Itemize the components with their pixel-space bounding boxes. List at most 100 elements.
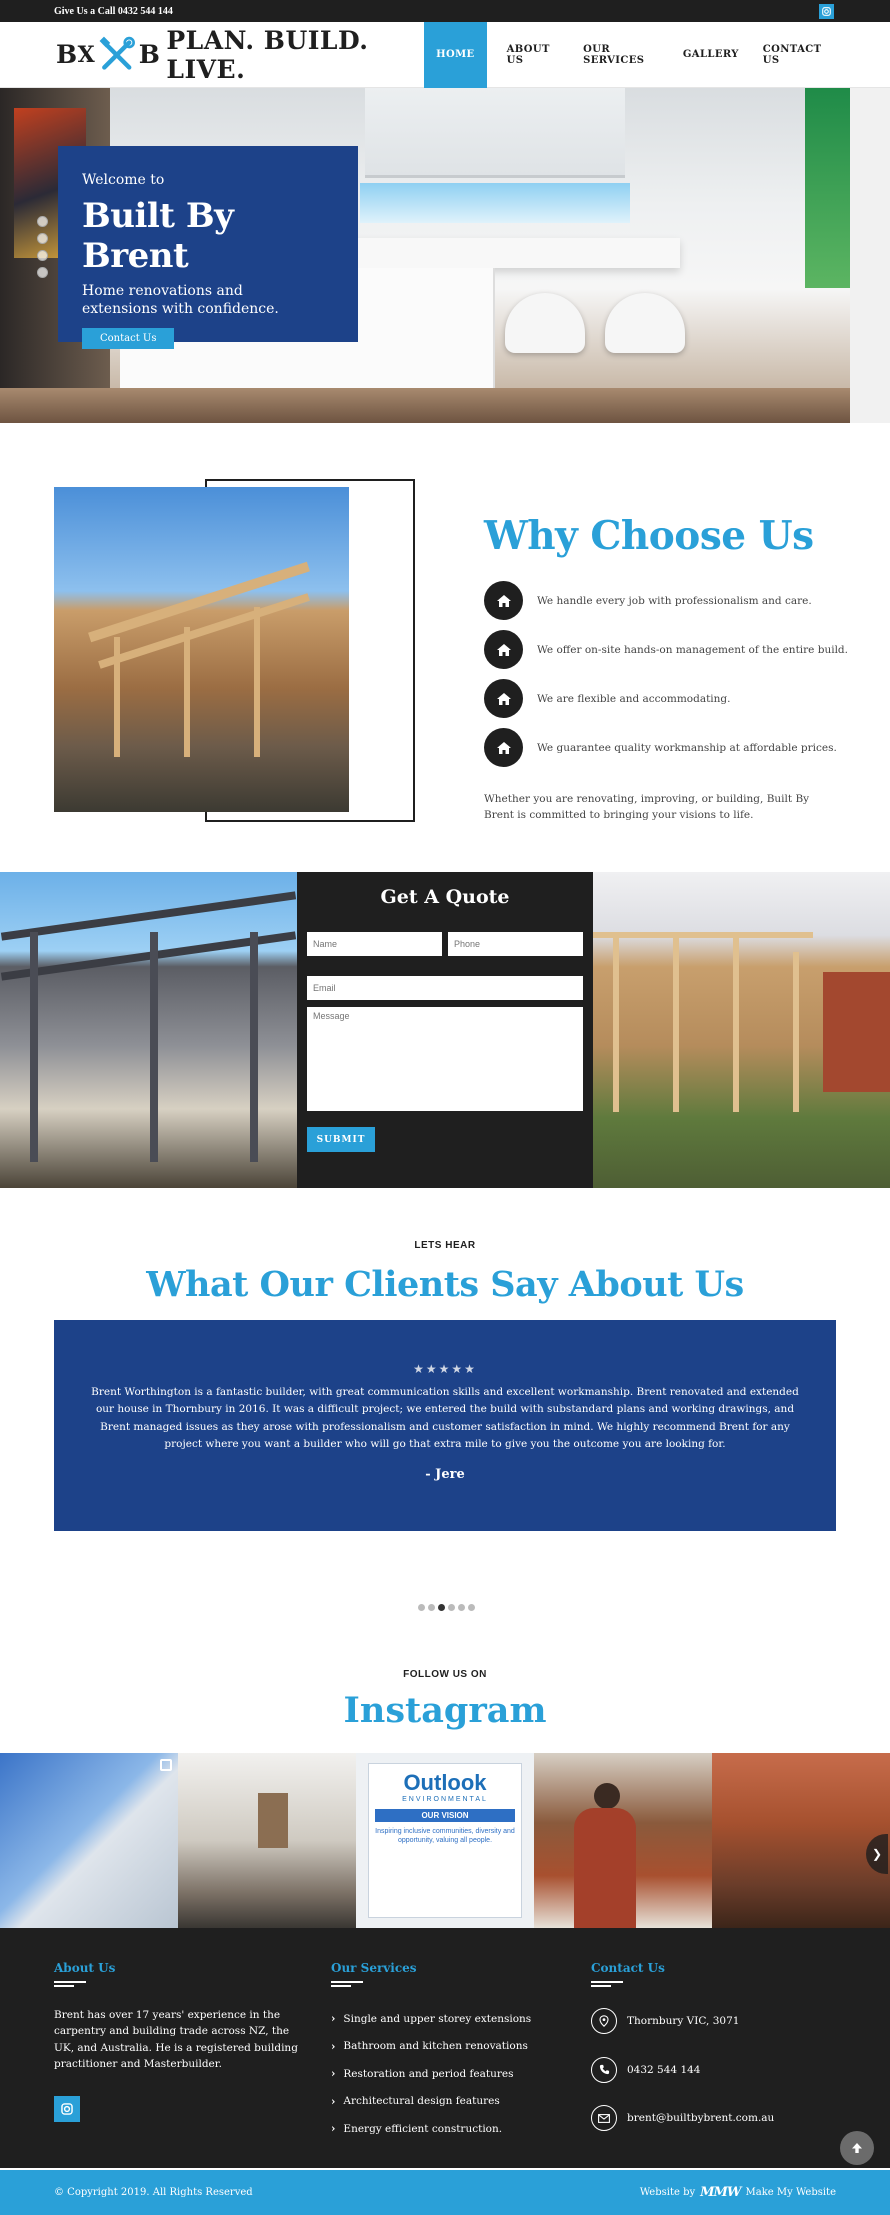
main-nav: HOME ABOUT US OUR SERVICES GALLERY CONTA… [424, 21, 840, 88]
footer-services-title: Our Services [331, 1961, 417, 1975]
hero-image-floor [0, 388, 890, 423]
slider-dot-active[interactable] [438, 1604, 445, 1611]
instagram-section: FOLLOW US ON Instagram Outlook ENVIRONME… [0, 1638, 890, 1928]
address-text: Thornbury VIC, 3071 [627, 2015, 740, 2028]
message-input[interactable] [307, 1007, 583, 1111]
hammer-wrench-icon [99, 36, 135, 70]
instagram-icon[interactable] [54, 2096, 80, 2123]
slider-dot[interactable] [468, 1604, 475, 1611]
why-item: We offer on-site hands-on management of … [484, 625, 848, 674]
site-footer: About Us Brent has over 17 years' experi… [0, 1928, 890, 2168]
site-credit[interactable]: Website by MMW Make My Website [640, 2185, 836, 2200]
contact-phone[interactable]: 0432 544 144 [591, 2046, 774, 2095]
testimonials-section: LETS HEAR What Our Clients Say About Us … [0, 1188, 890, 1638]
hero-image-splashback [360, 183, 630, 223]
sign-title: Outlook [403, 1770, 487, 1795]
slider-dot[interactable] [418, 1604, 425, 1611]
service-link[interactable]: › Energy efficient construction. [331, 2115, 531, 2143]
why-paragraph: Whether you are renovating, improving, o… [484, 793, 810, 822]
hero-banner: Welcome to Built By Brent Home renovatio… [0, 88, 890, 423]
footer-services: Our Services › Single and upper storey ex… [331, 1961, 531, 2143]
hero-card: Welcome to Built By Brent Home renovatio… [58, 146, 358, 350]
email-text: brent@builtbybrent.com.au [627, 2112, 775, 2125]
footer-about-title: About Us [54, 1961, 116, 1975]
service-label: Bathroom and kitchen renovations [343, 2040, 528, 2053]
why-heading: Why Choose Us [484, 513, 814, 559]
credit-prefix: Website by [639, 2187, 696, 2198]
steel-frame-photo [0, 872, 297, 1188]
footer-about: About Us Brent has over 17 years' experi… [54, 1961, 304, 2123]
instagram-eyebrow: FOLLOW US ON [403, 1669, 487, 1680]
instagram-post[interactable] [178, 1753, 356, 1928]
service-label: Restoration and period features [343, 2067, 514, 2080]
contact-us-button[interactable]: Contact Us [82, 328, 175, 350]
hero-image-cabinets [365, 88, 625, 178]
home-icon [484, 581, 523, 620]
quote-section: Get A Quote SUBMIT [0, 872, 890, 1188]
instagram-post[interactable] [534, 1753, 712, 1928]
instagram-post[interactable] [712, 1753, 890, 1928]
why-item-text: We are flexible and accommodating. [537, 692, 731, 705]
nav-home[interactable]: HOME [424, 21, 487, 88]
why-item-text: We handle every job with professionalism… [537, 594, 812, 607]
instagram-heading: Instagram [343, 1690, 547, 1731]
nav-about-us[interactable]: ABOUT US [495, 22, 572, 88]
service-link[interactable]: › Restoration and period features [331, 2060, 531, 2088]
testimonial-card: ★★★★★ Brent Worthington is a fantastic b… [54, 1320, 836, 1531]
chevron-right-icon: › [331, 2067, 336, 2081]
service-label: Single and upper storey extensions [343, 2012, 532, 2025]
slider-dot[interactable] [37, 250, 48, 261]
testimonial-text: Brent Worthington is a fantastic builder… [91, 1386, 799, 1450]
footer-about-text: Brent has over 17 years' experience in t… [54, 2009, 298, 2070]
nav-gallery[interactable]: GALLERY [671, 22, 751, 88]
phone-icon [591, 2056, 617, 2083]
contact-email[interactable]: brent@builtbybrent.com.au [591, 2094, 774, 2143]
hero-image-stool [605, 293, 685, 353]
email-input[interactable] [307, 976, 583, 1000]
service-link[interactable]: › Single and upper storey extensions [331, 2005, 531, 2033]
slider-dot[interactable] [37, 216, 48, 227]
slider-dot[interactable] [448, 1604, 455, 1611]
hero-subtitle: Home renovations and extensions with con… [82, 283, 279, 318]
chevron-right-icon: › [331, 2012, 336, 2026]
back-to-top-button[interactable] [840, 2131, 874, 2165]
service-label: Energy efficient construction. [343, 2122, 503, 2135]
contact-address: Thornbury VIC, 3071 [591, 1997, 774, 2046]
why-item-text: We offer on-site hands-on management of … [537, 643, 848, 656]
chevron-right-icon: › [331, 2094, 336, 2108]
top-bar: Give Us a Call 0432 544 144 [0, 0, 890, 22]
instagram-icon[interactable] [819, 3, 834, 19]
clients-heading: What Our Clients Say About Us [146, 1264, 744, 1305]
service-link[interactable]: › Bathroom and kitchen renovations [331, 2033, 531, 2061]
slider-dot[interactable] [37, 233, 48, 244]
copyright-bar: © Copyright 2019. All Rights Reserved We… [0, 2170, 890, 2215]
slider-dot[interactable] [37, 267, 48, 278]
logo-letter-x: X [77, 41, 96, 68]
nav-our-services[interactable]: OUR SERVICES [571, 22, 671, 88]
credit-suffix: Make My Website [745, 2187, 836, 2198]
slider-dot[interactable] [428, 1604, 435, 1611]
chevron-right-icon: › [331, 2039, 336, 2053]
slider-dot[interactable] [458, 1604, 465, 1611]
nav-contact-us[interactable]: CONTACT US [751, 22, 840, 88]
instagram-post[interactable] [0, 1753, 178, 1928]
call-text: Give Us a Call 0432 544 144 [54, 5, 173, 17]
name-input[interactable] [307, 932, 442, 956]
envelope-icon [591, 2105, 617, 2132]
instagram-post[interactable]: Outlook ENVIRONMENTAL OUR VISION Inspiri… [356, 1753, 534, 1928]
quote-heading: Get A Quote [380, 886, 510, 908]
footer-contact-title: Contact Us [591, 1961, 665, 1975]
home-icon [484, 630, 523, 669]
hero-welcome: Welcome to [82, 172, 165, 188]
logo[interactable]: B X B PLAN. BUILD. LIVE. [56, 26, 424, 84]
why-item: We handle every job with professionalism… [484, 576, 848, 625]
why-item-text: We guarantee quality workmanship at affo… [537, 741, 837, 754]
phone-input[interactable] [448, 932, 583, 956]
service-link[interactable]: › Architectural design features [331, 2088, 531, 2116]
hero-slider-dots [37, 216, 48, 278]
timber-frame-photo [593, 872, 890, 1188]
submit-button[interactable]: SUBMIT [307, 1127, 375, 1152]
logo-tagline: PLAN. BUILD. LIVE. [166, 25, 369, 84]
rating-stars: ★★★★★ [413, 1362, 477, 1376]
instagram-feed: Outlook ENVIRONMENTAL OUR VISION Inspiri… [0, 1753, 890, 1928]
